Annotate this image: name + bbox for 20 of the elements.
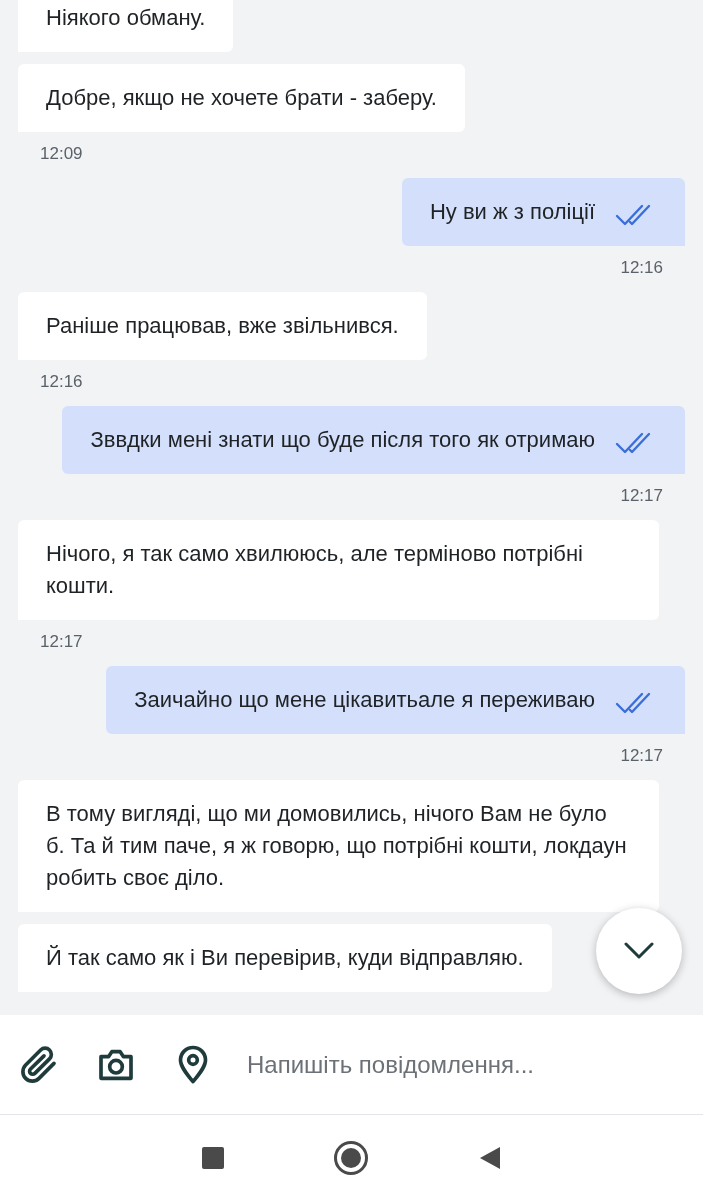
incoming-message: В тому вигляді, що ми домовились, нічого Вам не було б. Та й тим паче, я ж говорю, що потрібні кошти, локдаун робить своє діло.	[18, 780, 659, 912]
recents-button[interactable]	[201, 1146, 224, 1169]
message-time: 12:16	[40, 371, 83, 393]
incoming-message: Й так само як і Ви перевірив, куди відправляю.	[18, 924, 552, 992]
outgoing-message: Заичайно що мене цікавитьале я переживаю	[106, 666, 685, 734]
chevron-down-icon	[624, 942, 654, 960]
home-button[interactable]	[333, 1140, 368, 1175]
message-time: 12:16	[620, 257, 663, 279]
message-time: 12:17	[40, 631, 83, 653]
outgoing-message: Зввдки мені знати що буде після того як отримаю	[62, 406, 685, 474]
paperclip-icon	[19, 1044, 59, 1085]
incoming-message: Добре, якщо не хочете брати - заберу.	[18, 64, 465, 132]
message-time: 12:09	[40, 143, 83, 165]
incoming-message: Нічого, я так само хвилююсь, але терміново потрібні кошти.	[18, 520, 659, 620]
back-triangle-icon	[478, 1145, 501, 1170]
message-time: 12:17	[620, 485, 663, 507]
incoming-message: Ніякого обману.	[18, 0, 234, 52]
incoming-message: Раніше працював, вже звільнився.	[18, 292, 427, 360]
outgoing-message: Ну ви ж з поліції	[401, 178, 685, 246]
message-time: 12:17	[620, 745, 663, 767]
